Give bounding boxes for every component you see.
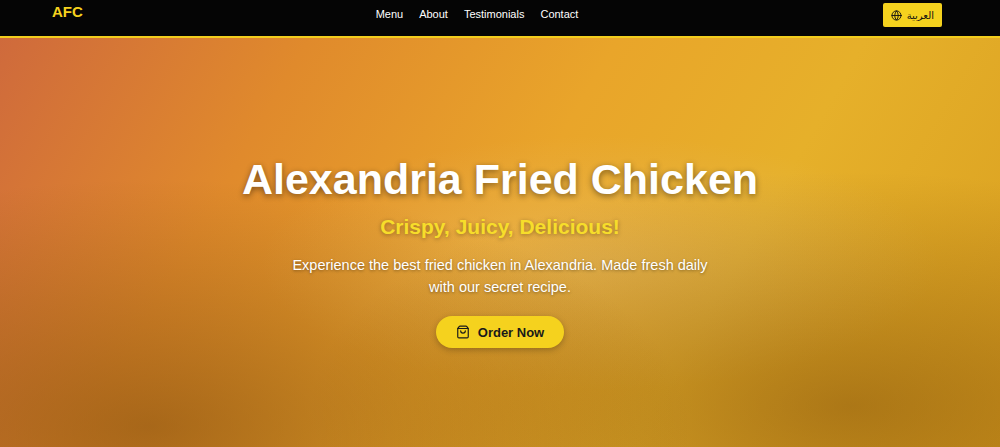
logo[interactable]: AFC xyxy=(52,3,416,20)
hero-description: Experience the best fried chicken in Ale… xyxy=(285,255,715,299)
nav-links: Menu About Testimonials Contact xyxy=(376,8,579,20)
nav-link[interactable]: Menu xyxy=(376,8,404,20)
navbar: AFCMenu About Testimonials Contact العربية xyxy=(0,0,1000,38)
order-button[interactable]: Order Now xyxy=(436,316,564,348)
nav-link[interactable]: Contact xyxy=(540,8,578,20)
globe-icon xyxy=(891,10,902,21)
shopping-bag-icon xyxy=(456,325,470,339)
page: AFCMenu About Testimonials Contact العربية Al… xyxy=(0,0,1000,447)
hero: Alexandria Fried Chicken Crispy, Juicy, D… xyxy=(0,38,1000,447)
hero-title: Alexandria Fried Chicken xyxy=(242,154,758,206)
nav-link[interactable]: Testimonials xyxy=(464,8,525,20)
nav-link[interactable]: About xyxy=(419,8,448,20)
hero-subtitle: Crispy, Juicy, Delicious! xyxy=(380,214,620,240)
language-button[interactable]: العربية xyxy=(883,3,942,27)
